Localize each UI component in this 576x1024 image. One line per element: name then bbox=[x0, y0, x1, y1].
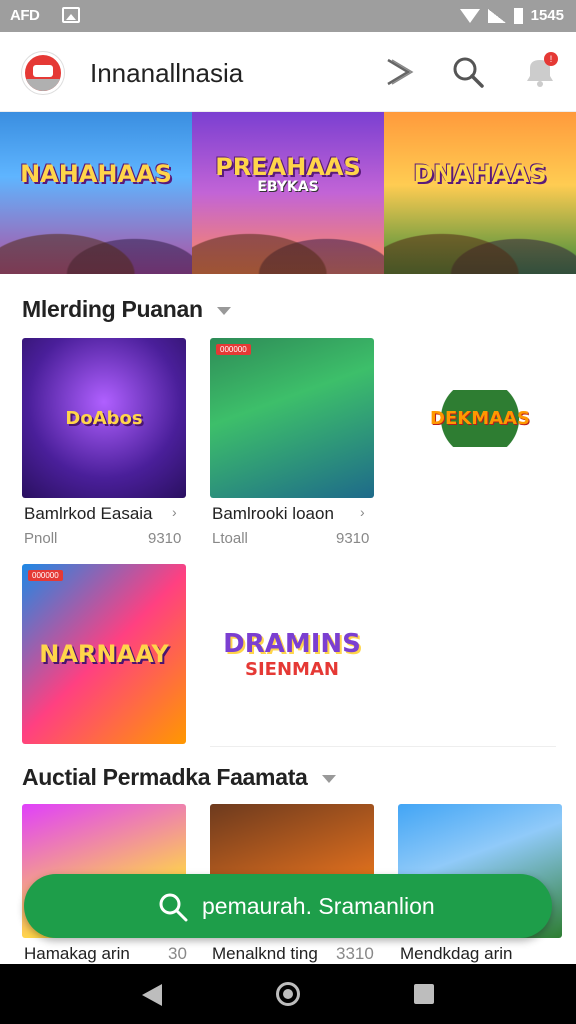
game-size: 3310 bbox=[336, 944, 374, 963]
featured-banner[interactable]: DNAHAAS bbox=[384, 112, 576, 274]
wifi-icon bbox=[459, 8, 480, 23]
game-meta: Ltoall bbox=[212, 530, 248, 547]
home-icon[interactable] bbox=[276, 982, 300, 1006]
game-tile[interactable]: 000000 NARNAAY bbox=[22, 564, 186, 744]
banner-characters bbox=[0, 204, 192, 274]
status-bar: AFD 1545 bbox=[0, 0, 576, 32]
game-size: 30 bbox=[168, 944, 187, 963]
banner-characters bbox=[384, 204, 576, 274]
app-title: Innanallnasia bbox=[90, 58, 244, 88]
featured-banner[interactable]: PREAHAAS EBYKAS bbox=[192, 112, 384, 274]
game-tile[interactable]: DEKMAAS bbox=[398, 338, 562, 498]
notification-icon[interactable]: ! bbox=[522, 52, 558, 90]
game-art-title: DEKMAAS bbox=[422, 389, 538, 447]
battery-icon bbox=[513, 7, 523, 24]
game-tile[interactable]: 000000 bbox=[210, 338, 374, 498]
game-art-title: DoAbos bbox=[65, 407, 143, 429]
back-icon[interactable] bbox=[142, 984, 162, 1006]
banner-title: DNAHAAS bbox=[413, 160, 547, 189]
section-title[interactable]: Auctial Permadka Faamata bbox=[22, 764, 336, 791]
game-name[interactable]: Menalknd ting bbox=[212, 944, 318, 964]
game-name[interactable]: Mendkdag arin bbox=[400, 944, 512, 964]
search-button-label: pemaurah. Sramanlion bbox=[202, 892, 435, 919]
game-size: 9310 bbox=[336, 530, 370, 547]
game-size: 9310 bbox=[148, 530, 182, 547]
chevron-right-icon[interactable]: › bbox=[360, 504, 365, 520]
banner-subtitle: EBYKAS bbox=[257, 179, 319, 196]
search-icon bbox=[158, 892, 188, 922]
chevron-down-icon bbox=[216, 306, 231, 315]
app-bar: Innanallnasia ! bbox=[0, 32, 576, 112]
game-tag: 000000 bbox=[216, 344, 251, 355]
banner-characters bbox=[192, 204, 384, 274]
game-art-subtitle: SIENMAN bbox=[245, 658, 339, 680]
recents-icon[interactable] bbox=[414, 984, 434, 1004]
clock: 1545 bbox=[530, 7, 564, 24]
carrier-text: AFD bbox=[10, 7, 40, 24]
forward-icon[interactable] bbox=[382, 54, 418, 90]
search-button[interactable]: pemaurah. Sramanlion bbox=[24, 874, 552, 938]
banner-title: PREAHAAS EBYKAS bbox=[215, 153, 361, 196]
image-notification-icon bbox=[62, 7, 80, 23]
app-logo[interactable] bbox=[22, 52, 64, 94]
game-name[interactable]: Bamlrkod Easaia bbox=[24, 504, 153, 524]
game-art-title: DRAMINS SIENMAN bbox=[223, 628, 361, 680]
featured-banner[interactable]: NAHAHAAS bbox=[0, 112, 192, 274]
chevron-right-icon[interactable]: › bbox=[172, 504, 177, 520]
search-icon[interactable] bbox=[450, 54, 486, 90]
game-name[interactable]: Bamlrooki loaon bbox=[212, 504, 334, 524]
game-tag: 000000 bbox=[28, 570, 63, 581]
game-name[interactable]: Hamakag arin bbox=[24, 944, 130, 964]
chevron-down-icon bbox=[321, 774, 336, 783]
system-nav-bar bbox=[0, 964, 576, 1024]
divider bbox=[210, 746, 556, 747]
status-icons: 1545 bbox=[459, 7, 564, 24]
signal-icon bbox=[487, 8, 506, 23]
game-meta: Pnoll bbox=[24, 530, 58, 547]
game-tile[interactable]: DoAbos bbox=[22, 338, 186, 498]
game-art-title: NARNAAY bbox=[39, 640, 169, 668]
featured-banner-carousel[interactable]: NAHAHAAS PREAHAAS EBYKAS DNAHAAS bbox=[0, 112, 576, 274]
banner-title: NAHAHAAS bbox=[20, 160, 172, 189]
notification-badge: ! bbox=[544, 52, 558, 66]
section-title[interactable]: Mlerding Puanan bbox=[22, 296, 231, 323]
game-tile[interactable]: DRAMINS SIENMAN bbox=[210, 564, 374, 744]
